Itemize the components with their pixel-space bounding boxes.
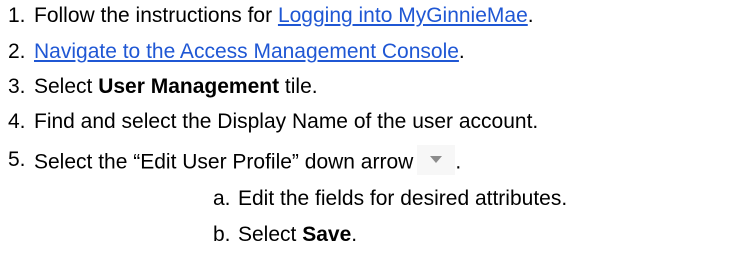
step-text: Navigate to the Access Management Consol…: [34, 40, 465, 64]
substep-letter: a.: [213, 187, 231, 210]
navigate-to-access-management-console-link[interactable]: Navigate to the Access Management Consol…: [34, 40, 459, 63]
step-number: 5.: [8, 148, 26, 171]
step-text-prefix: Select the “Edit User Profile” down arro…: [34, 150, 414, 174]
step-text-prefix: Select: [34, 75, 99, 98]
substep-text: Select Save.: [238, 223, 357, 247]
step-number: 4.: [8, 110, 26, 133]
logging-into-myginniemae-link[interactable]: Logging into MyGinnieMae: [278, 4, 528, 27]
step-text-suffix: .: [527, 4, 534, 27]
substep-letter: b.: [213, 223, 231, 246]
user-management-term: User Management: [98, 75, 280, 98]
step-text-suffix: .: [455, 150, 462, 174]
substep-text-suffix: .: [351, 223, 358, 246]
step-number: 3.: [8, 75, 26, 98]
substep-text-prefix: Select: [238, 223, 303, 246]
step-text: Follow the instructions for Logging into…: [34, 4, 534, 28]
step-text-suffix: tile.: [279, 75, 318, 98]
step-text-prefix: Follow the instructions for: [34, 4, 278, 27]
step-number: 2.: [8, 40, 26, 63]
step-text: Select User Management tile.: [34, 75, 318, 99]
save-term: Save: [302, 223, 352, 246]
step-text: Select the “Edit User Profile” down arro…: [34, 145, 462, 178]
step-text: Find and select the Display Name of the …: [34, 110, 539, 133]
substep-text: Edit the fields for desired attributes.: [238, 187, 568, 210]
step-text-suffix: .: [458, 40, 465, 63]
step-number: 1.: [8, 4, 26, 27]
chevron-down-icon: [417, 145, 456, 175]
